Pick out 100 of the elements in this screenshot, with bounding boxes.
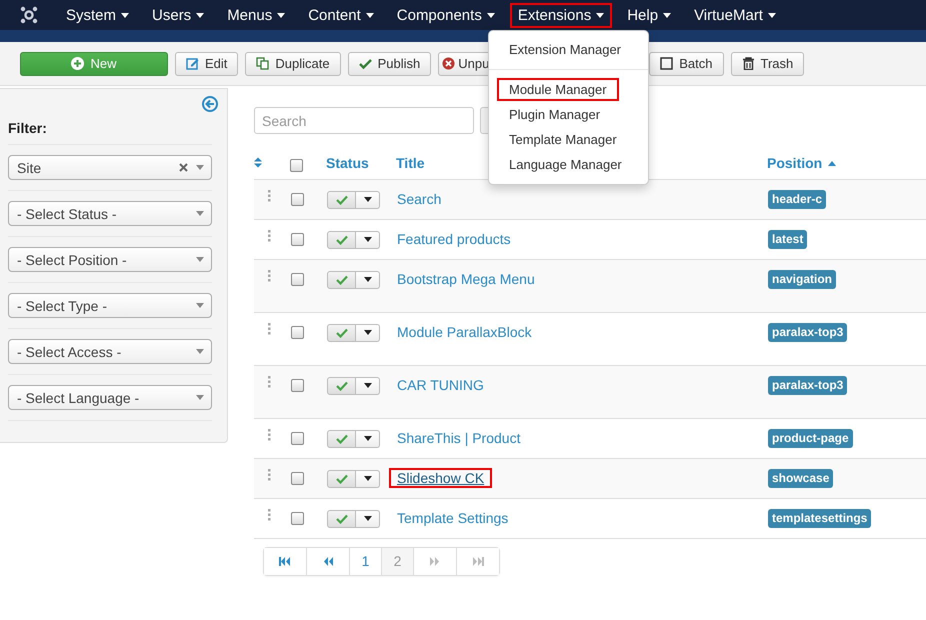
module-title-link[interactable]: Featured products bbox=[389, 228, 519, 248]
module-title-link[interactable]: Module ParallaxBlock bbox=[389, 322, 540, 342]
position-tag: product-page bbox=[768, 428, 853, 448]
check-icon bbox=[336, 474, 348, 484]
edit-icon bbox=[186, 57, 199, 70]
filter-select[interactable]: Site bbox=[8, 155, 212, 180]
caret-icon bbox=[364, 516, 372, 521]
menu-item[interactable]: Menus bbox=[219, 2, 294, 28]
check-icon bbox=[336, 328, 348, 338]
status-toggle[interactable] bbox=[327, 324, 356, 342]
actions-dropdown-button[interactable] bbox=[356, 270, 380, 288]
module-title-link[interactable]: Bootstrap Mega Menu bbox=[389, 268, 543, 288]
row-checkbox[interactable] bbox=[291, 232, 304, 246]
filter-select[interactable]: - Select Position - bbox=[8, 247, 212, 272]
menu-item[interactable]: Extensions bbox=[510, 2, 612, 28]
previous-page-icon bbox=[322, 556, 334, 566]
collapse-icon bbox=[202, 96, 218, 112]
module-title-link[interactable]: Slideshow CK bbox=[389, 468, 492, 488]
filter-select[interactable]: - Select Status - bbox=[8, 201, 212, 226]
menu-item[interactable]: Components bbox=[388, 2, 503, 28]
status-toggle[interactable] bbox=[327, 430, 356, 448]
module-title-link[interactable]: ShareThis | Product bbox=[389, 428, 528, 448]
actions-dropdown-button[interactable] bbox=[356, 510, 380, 528]
batch-icon bbox=[660, 57, 674, 70]
check-icon bbox=[336, 234, 348, 244]
filter-select[interactable]: - Select Language - bbox=[8, 385, 212, 410]
row-checkbox[interactable] bbox=[291, 326, 304, 339]
menu-item[interactable]: Template Manager bbox=[497, 128, 629, 151]
page-nav-button[interactable] bbox=[306, 548, 349, 574]
trash-button[interactable]: Trash bbox=[730, 52, 804, 76]
module-title-link[interactable]: CAR TUNING bbox=[389, 374, 492, 394]
actions-dropdown-button[interactable] bbox=[356, 324, 380, 342]
batch-button[interactable]: Batch bbox=[649, 52, 724, 76]
filter-select[interactable]: - Select Type - bbox=[8, 293, 212, 318]
status-toggle[interactable] bbox=[327, 230, 356, 248]
row-checkbox[interactable] bbox=[291, 432, 304, 445]
actions-dropdown-button[interactable] bbox=[356, 470, 380, 488]
drag-handle-icon bbox=[267, 322, 271, 334]
menu-item[interactable]: Language Manager bbox=[497, 153, 634, 176]
position-tag: navigation bbox=[768, 270, 836, 288]
cancel-icon bbox=[442, 57, 456, 70]
column-header[interactable]: Status bbox=[326, 155, 369, 172]
status-toggle[interactable] bbox=[327, 190, 356, 208]
publish-button[interactable]: Publish bbox=[348, 52, 432, 76]
check-icon bbox=[336, 274, 348, 284]
row-checkbox[interactable] bbox=[291, 472, 304, 485]
menu-item[interactable]: Module Manager bbox=[497, 78, 619, 101]
search-field[interactable]: Search bbox=[254, 107, 474, 134]
page-nav-button[interactable] bbox=[264, 548, 306, 574]
drag-handle-icon bbox=[267, 376, 271, 388]
caret-icon bbox=[768, 12, 776, 18]
module-title-link[interactable]: Template Settings bbox=[389, 508, 516, 528]
column-header[interactable]: Title bbox=[396, 155, 425, 172]
row-checkbox[interactable] bbox=[291, 272, 304, 286]
row-checkbox[interactable] bbox=[291, 192, 304, 206]
position-tag: latest bbox=[768, 230, 808, 248]
status-toggle[interactable] bbox=[327, 510, 356, 528]
drag-handle-icon bbox=[267, 428, 271, 440]
actions-dropdown-button[interactable] bbox=[356, 190, 380, 208]
copy-icon bbox=[256, 57, 270, 70]
menu-item[interactable]: Help bbox=[619, 2, 680, 28]
menu-item[interactable]: Plugin Manager bbox=[497, 103, 612, 126]
menu-item[interactable]: Extension Manager bbox=[497, 38, 634, 61]
trash-icon bbox=[742, 57, 754, 70]
caret-icon bbox=[364, 277, 372, 282]
caret-icon bbox=[364, 383, 372, 388]
status-toggle[interactable] bbox=[327, 270, 356, 288]
row-checkbox[interactable] bbox=[291, 378, 304, 392]
row-checkbox[interactable] bbox=[291, 512, 304, 525]
caret-icon bbox=[196, 349, 204, 354]
drag-handle-icon bbox=[267, 468, 271, 480]
actions-dropdown-button[interactable] bbox=[356, 230, 380, 248]
clear-icon bbox=[179, 163, 188, 172]
position-tag: paralax-top3 bbox=[768, 322, 848, 342]
plus-circle-icon bbox=[71, 57, 84, 70]
drag-handle-icon bbox=[267, 230, 271, 242]
caret-icon bbox=[364, 197, 372, 202]
menu-item[interactable]: System bbox=[58, 2, 138, 28]
logo-icon bbox=[20, 6, 38, 24]
select-all-checkbox[interactable] bbox=[290, 159, 303, 172]
actions-dropdown-button[interactable] bbox=[356, 430, 380, 448]
filter-select[interactable]: - Select Access - bbox=[8, 339, 212, 364]
column-header[interactable]: Position bbox=[767, 155, 836, 172]
caret-icon bbox=[596, 12, 604, 18]
caret-icon bbox=[486, 12, 495, 18]
status-toggle[interactable] bbox=[327, 470, 356, 488]
caret-icon bbox=[196, 211, 204, 216]
actions-dropdown-button[interactable] bbox=[356, 376, 380, 394]
caret-icon bbox=[196, 395, 204, 400]
drag-handle-icon bbox=[267, 270, 271, 282]
first-page-icon bbox=[279, 556, 291, 566]
status-toggle[interactable] bbox=[327, 376, 356, 394]
menu-item[interactable]: Users bbox=[144, 2, 212, 28]
module-title-link[interactable]: Search bbox=[389, 188, 450, 208]
position-tag: templatesettings bbox=[768, 508, 872, 528]
edit-button[interactable]: Edit bbox=[175, 52, 238, 76]
page-button[interactable]: 1 bbox=[349, 548, 381, 574]
menu-item[interactable]: VirtueMart bbox=[686, 2, 784, 28]
menu-item[interactable]: Content bbox=[300, 2, 382, 28]
duplicate-button[interactable]: Duplicate bbox=[245, 52, 341, 76]
